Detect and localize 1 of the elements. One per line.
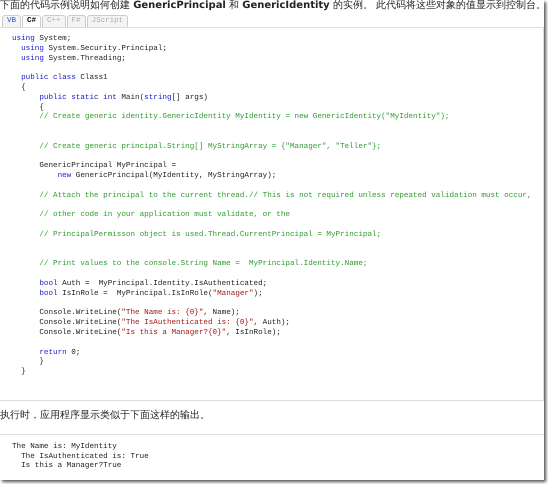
output-description: 执行时，应用程序显示类似于下面这样的输出。 <box>0 410 211 422</box>
